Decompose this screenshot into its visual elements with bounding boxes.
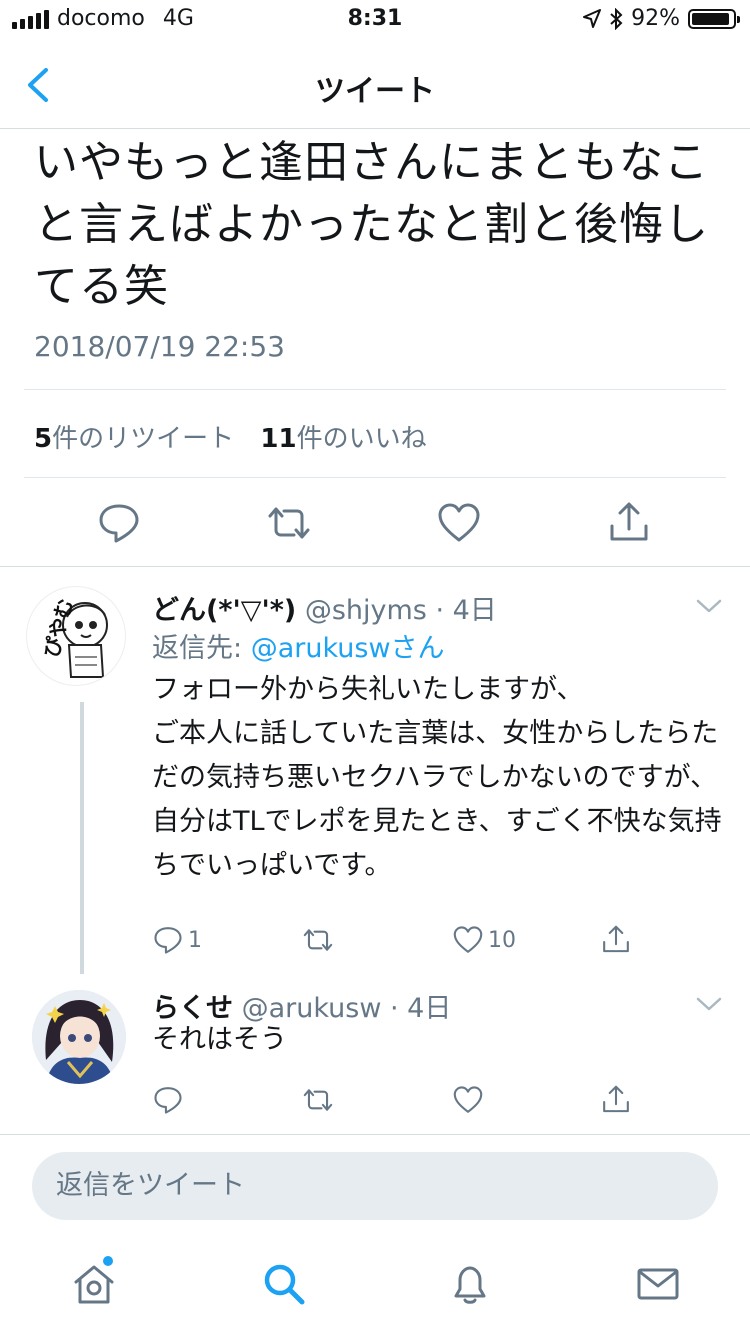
unread-dot bbox=[103, 1256, 113, 1266]
heart-icon bbox=[453, 926, 483, 953]
avatar[interactable] bbox=[32, 990, 126, 1084]
reply-compose-input[interactable]: 返信をツイート bbox=[32, 1152, 718, 1220]
reply-action[interactable] bbox=[152, 1084, 184, 1116]
share-action[interactable] bbox=[600, 1084, 632, 1116]
search-icon[interactable] bbox=[262, 1262, 306, 1306]
retweet-stat[interactable]: 5件のリツイート bbox=[34, 424, 234, 454]
chevron-down-icon[interactable] bbox=[696, 598, 722, 614]
divider bbox=[24, 389, 726, 390]
avatar[interactable]: ぴやむ bbox=[26, 586, 126, 686]
reply-to-link[interactable]: @aruku­swさん bbox=[251, 633, 445, 664]
reply-icon bbox=[154, 927, 182, 954]
tweet-stats: 5件のリツイート 11件のいいね bbox=[34, 418, 445, 455]
home-icon[interactable] bbox=[72, 1262, 116, 1306]
reply-action[interactable]: 1 bbox=[152, 924, 202, 956]
avatar-illustration: ぴやむ bbox=[39, 596, 108, 678]
bell-icon[interactable] bbox=[448, 1262, 492, 1306]
reply-to-prefix: 返信先: bbox=[152, 633, 243, 664]
author-handle[interactable]: @shjyms bbox=[305, 595, 427, 626]
author-name[interactable]: どん(*'▽'*) bbox=[152, 595, 296, 626]
heart-icon bbox=[453, 1086, 483, 1113]
retweet-action[interactable] bbox=[302, 1084, 334, 1116]
bluetooth-icon bbox=[610, 7, 623, 30]
nav-bar: ツイート bbox=[0, 42, 750, 129]
reply-header: どん(*'▽'*) @shjyms · 4日 bbox=[152, 588, 497, 627]
share-icon bbox=[603, 1085, 629, 1113]
avatar-illustration bbox=[32, 990, 126, 1084]
thread-line bbox=[80, 702, 84, 974]
retweet-icon bbox=[303, 929, 333, 951]
battery-percent: 92% bbox=[631, 6, 680, 31]
retweet-count: 5 bbox=[34, 424, 53, 454]
heart-icon[interactable] bbox=[436, 500, 482, 546]
share-icon[interactable] bbox=[606, 500, 652, 546]
reply-icon bbox=[154, 1087, 182, 1114]
retweet-icon[interactable] bbox=[266, 500, 312, 546]
like-count: 10 bbox=[488, 927, 516, 953]
retweet-action[interactable] bbox=[302, 924, 334, 956]
divider bbox=[0, 1134, 750, 1135]
chevron-down-icon[interactable] bbox=[696, 996, 722, 1012]
battery-fill bbox=[692, 12, 729, 25]
like-stat[interactable]: 11件のいいね bbox=[260, 424, 426, 454]
like-action[interactable] bbox=[452, 1084, 484, 1116]
divider bbox=[24, 477, 726, 478]
reply-text: それはそう bbox=[152, 1024, 287, 1055]
status-bar: docomo 4G 8:31 92% bbox=[0, 0, 750, 42]
like-count: 11 bbox=[260, 424, 297, 454]
battery-icon bbox=[688, 8, 740, 29]
reply-to: 返信先: @aruku­swさん bbox=[152, 626, 445, 665]
share-icon bbox=[603, 925, 629, 953]
share-action[interactable] bbox=[600, 924, 632, 956]
like-action[interactable]: 10 bbox=[452, 924, 516, 956]
mail-icon[interactable] bbox=[636, 1262, 680, 1306]
reply-time: · 4日 bbox=[435, 595, 497, 626]
retweet-label: 件のリツイート bbox=[52, 424, 235, 454]
divider bbox=[0, 566, 750, 567]
like-label: 件のいいね bbox=[296, 424, 427, 454]
reply-icon[interactable] bbox=[96, 500, 142, 546]
tweet-datetime: 2018/07/19 22:53 bbox=[34, 330, 285, 363]
status-right: 92% bbox=[583, 6, 740, 31]
location-icon bbox=[583, 8, 602, 28]
reply-count: 1 bbox=[188, 927, 202, 953]
retweet-icon bbox=[303, 1089, 333, 1111]
tweet-text: いやもっと逢田さんにまともなこと言えばよかったなと割と後悔してる笑 bbox=[34, 137, 709, 312]
reply-text: フォロー外から失礼いたしますが、 ご本人に話していた言葉は、女性からしたらただの… bbox=[152, 674, 722, 881]
page-title: ツイート bbox=[315, 74, 435, 109]
